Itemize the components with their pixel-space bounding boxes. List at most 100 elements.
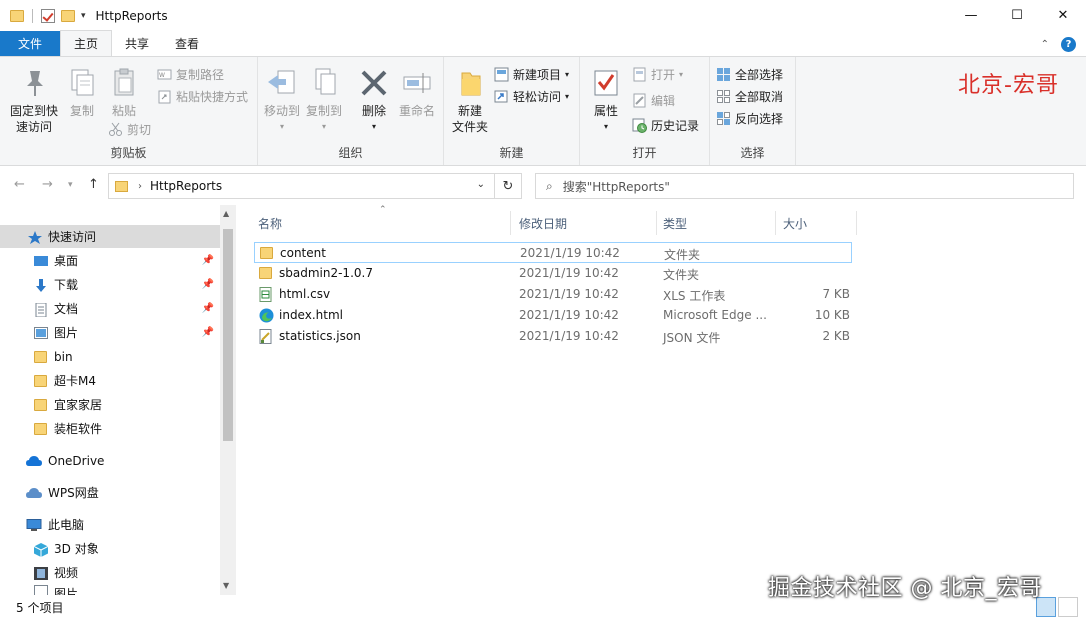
copy-path-button[interactable]: W 复制路径 [157,66,224,83]
ribbon-tabs: 文件 主页 共享 查看 ⌃ ? [0,30,1086,56]
minimize-button[interactable]: — [948,0,994,31]
pin-quick-access-button[interactable]: 固定到快 速访问 [6,67,62,135]
maximize-button[interactable]: ☐ [994,0,1040,31]
column-divider[interactable] [656,211,657,235]
column-header-date[interactable]: 修改日期 [519,211,567,235]
file-list: ⌃ 名称 修改日期 类型 大小 content 2021/1/19 10:42 … [236,205,1086,595]
column-header-type[interactable]: 类型 [663,211,687,235]
properties-button[interactable]: 属性 ▾ [586,67,626,135]
column-header-name[interactable]: 名称 [258,211,282,235]
new-folder-label-1: 新建 [457,104,482,118]
file-size: 2 KB [822,329,850,343]
nav-item-downloads[interactable]: 下载 📌 [0,273,220,296]
select-none-button[interactable]: 全部取消 [716,88,783,105]
copy-to-button[interactable]: 复制到 ▾ [304,67,344,135]
forward-arrow-icon[interactable]: → [42,177,53,192]
copy-button[interactable]: 复制 [62,67,102,119]
nav-quick-access[interactable]: 快速访问 [0,225,220,248]
nav-this-pc[interactable]: 此电脑 [0,513,220,536]
column-header-size[interactable]: 大小 [783,211,807,235]
address-history-dropdown-icon[interactable]: ⌄ [477,179,485,190]
folder-icon [34,422,48,435]
nav-item-label: 文档 [54,302,79,316]
tab-share[interactable]: 共享 [112,31,162,56]
properties-quick-icon[interactable] [41,8,55,23]
tab-view[interactable]: 查看 [162,31,212,56]
easy-access-button[interactable]: 轻松访问 ▾ [494,88,569,105]
column-divider[interactable] [510,211,511,235]
open-button[interactable]: 打开 ▾ [632,66,683,83]
nav-item-container-software[interactable]: 装柜软件 [0,417,220,440]
new-folder-button[interactable]: 新建 文件夹 [448,67,492,135]
invert-selection-label: 反向选择 [735,112,784,126]
refresh-button[interactable]: ↻ [494,173,522,199]
column-divider[interactable] [775,211,776,235]
nav-quick-access-label: 快速访问 [48,230,97,244]
invert-selection-button[interactable]: 反向选择 [716,110,783,127]
up-arrow-icon[interactable]: ↑ [88,177,99,192]
recent-locations-chevron-icon[interactable]: ▾ [68,180,73,190]
copy-to-icon [308,67,340,99]
nav-item-bin[interactable]: bin [0,345,220,368]
new-item-button[interactable]: 新建项目 ▾ [494,66,569,83]
select-all-button[interactable]: 全部选择 [716,66,783,83]
search-input[interactable]: ⌕ 搜索"HttpReports" [535,173,1074,199]
table-row[interactable]: content 2021/1/19 10:42 文件夹 [254,242,852,263]
large-icons-view-icon[interactable] [1058,597,1078,617]
nav-scrollbar-thumb[interactable] [223,229,233,441]
edit-label: 编辑 [651,94,676,108]
open-group: 属性 ▾ 打开 ▾ 编辑 历史记录 打开 [580,57,710,165]
help-icon[interactable]: ? [1061,37,1076,52]
column-divider[interactable] [856,211,857,235]
nav-item-pc-pictures[interactable]: 图片 [0,585,220,595]
nav-item-videos[interactable]: 视频 [0,561,220,584]
paste-button[interactable]: 粘贴 [102,67,146,119]
nav-scrollbar[interactable]: ▲ ▼ [220,205,236,595]
folder-icon [34,350,48,363]
pin-icon[interactable]: 📌 [202,327,214,338]
edit-button[interactable]: 编辑 [632,92,675,109]
paste-shortcut-button[interactable]: 粘贴快捷方式 [157,88,248,105]
delete-button[interactable]: 删除 ▾ [354,67,394,135]
pin-icon[interactable]: 📌 [202,279,214,290]
file-type: XLS 工作表 [663,289,726,303]
nav-item-pictures[interactable]: 图片 📌 [0,321,220,344]
scroll-up-arrow-icon[interactable]: ▲ [223,209,229,218]
address-bar[interactable]: › HttpReports ⌄ [108,173,522,199]
table-row[interactable]: index.html 2021/1/19 10:42 Microsoft Edg… [254,305,852,326]
document-icon [34,302,48,317]
breadcrumb-chevron-icon[interactable]: › [138,181,142,192]
cut-button[interactable]: 剪切 [108,121,151,138]
paste-label: 粘贴 [111,104,136,118]
tab-file[interactable]: 文件 [0,31,60,56]
nav-item-ikea[interactable]: 宜家家居 [0,393,220,416]
nav-item-label: 视频 [54,566,79,580]
pin-icon[interactable]: 📌 [202,303,214,314]
nav-item-label: 图片 [54,587,79,595]
tab-home[interactable]: 主页 [60,30,113,56]
table-row[interactable]: html.csv 2021/1/19 10:42 XLS 工作表 7 KB [254,284,852,305]
nav-item-desktop[interactable]: 桌面 📌 [0,249,220,272]
nav-wps-drive[interactable]: WPS网盘 [0,481,220,504]
nav-item-documents[interactable]: 文档 📌 [0,297,220,320]
collapse-ribbon-icon[interactable]: ⌃ [1041,39,1049,50]
customize-toolbar-dropdown-icon[interactable]: ▾ [81,11,86,21]
nav-item-3d-objects[interactable]: 3D 对象 [0,537,220,560]
new-folder-quick-icon[interactable] [61,9,75,22]
pin-icon[interactable]: 📌 [202,255,214,266]
close-button[interactable]: ✕ [1040,0,1086,31]
nav-item-chaoka-m4[interactable]: 超卡M4 [0,369,220,392]
back-arrow-icon[interactable]: ← [14,177,25,192]
rename-button[interactable]: 重命名 [394,67,440,119]
history-button[interactable]: 历史记录 [632,117,699,134]
folder-icon [259,266,273,281]
breadcrumb-current[interactable]: HttpReports [150,179,222,193]
scroll-down-arrow-icon[interactable]: ▼ [223,581,229,590]
file-name: index.html [279,308,343,322]
move-to-button[interactable]: 移动到 ▾ [262,67,302,135]
table-row[interactable]: sbadmin2-1.0.7 2021/1/19 10:42 文件夹 [254,263,852,284]
file-date: 2021/1/19 10:42 [520,246,620,260]
select-group-label: 选择 [740,146,765,160]
nav-onedrive[interactable]: OneDrive [0,449,220,472]
table-row[interactable]: statistics.json 2021/1/19 10:42 JSON 文件 … [254,326,852,347]
